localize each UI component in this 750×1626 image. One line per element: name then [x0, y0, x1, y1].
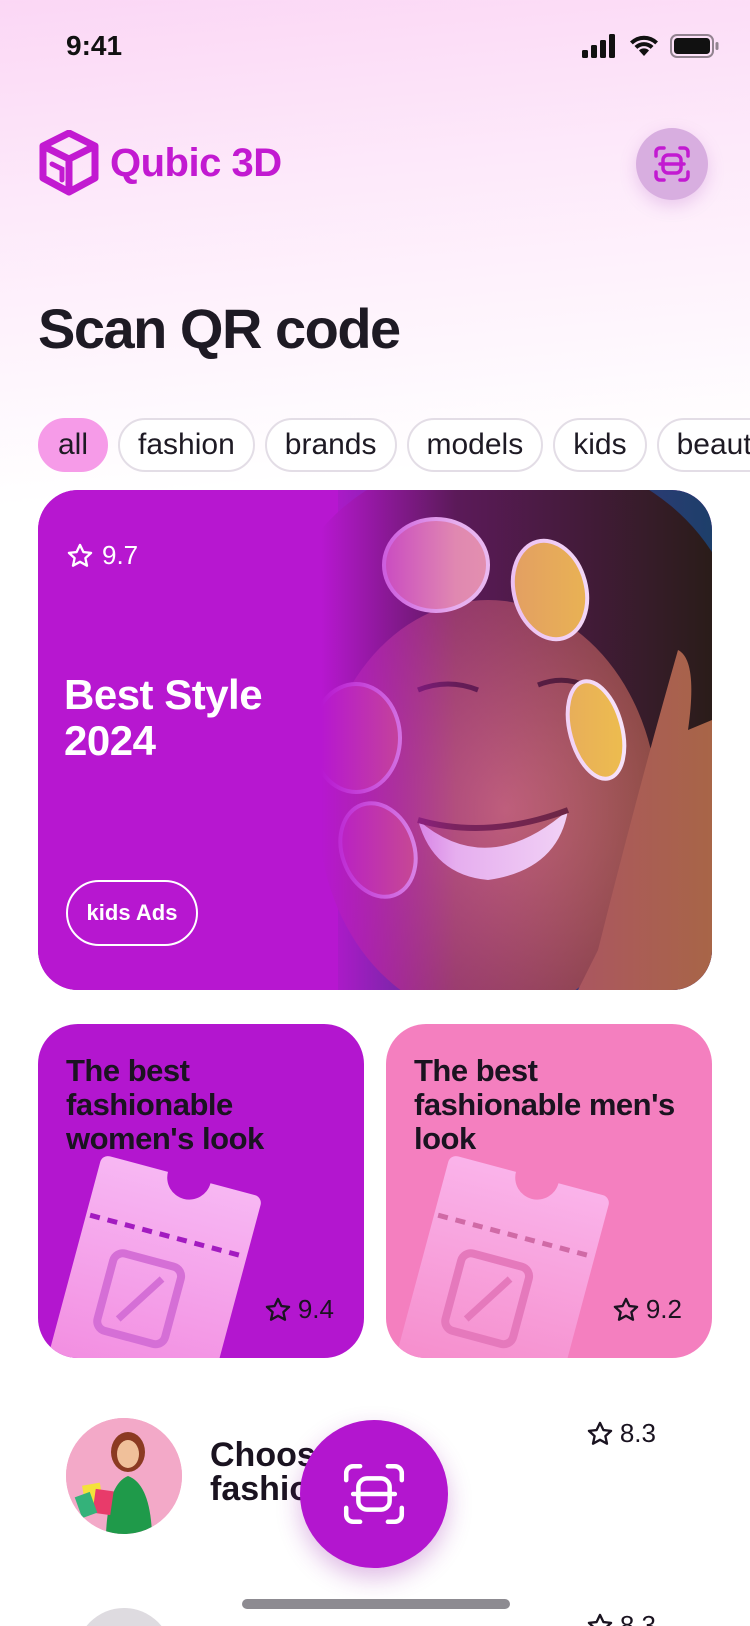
- list-item-rating: 8.3: [586, 1610, 656, 1626]
- cellular-signal-icon: [582, 34, 615, 58]
- avatar: [76, 1608, 172, 1626]
- list-item-rating: 8.3: [586, 1418, 656, 1449]
- scan-fab-button[interactable]: [300, 1420, 448, 1568]
- coupon-ticket-icon: [45, 1156, 261, 1358]
- filter-chip-fashion[interactable]: fashion: [118, 418, 255, 472]
- filter-chip-brands[interactable]: brands: [264, 418, 397, 472]
- filter-chip-models[interactable]: models: [406, 418, 544, 472]
- hero-rating-value: 9.7: [102, 540, 139, 570]
- hero-title: Best Style 2024: [64, 671, 263, 764]
- shopping-woman-image: [66, 1418, 182, 1534]
- star-icon: [587, 1613, 613, 1626]
- brand-name: Qubic 3D: [110, 140, 282, 185]
- card-title: The best fashionable men's look: [414, 1053, 675, 1156]
- wifi-icon: [630, 35, 658, 56]
- star-icon: [587, 1421, 613, 1445]
- page-title: Scan QR code: [38, 297, 401, 360]
- home-indicator: [242, 1599, 510, 1609]
- filter-chip-beauty[interactable]: beauty: [656, 418, 750, 472]
- scan-button[interactable]: [636, 128, 708, 200]
- women-look-card[interactable]: The best fashionable women's look 9.4: [38, 1024, 364, 1358]
- status-time: 9:41: [66, 30, 123, 61]
- scan-icon: [654, 146, 690, 182]
- coupon-ticket-icon: [393, 1156, 609, 1358]
- cube-logo-icon: [39, 130, 99, 196]
- star-icon: [613, 1297, 639, 1321]
- filter-chip-kids[interactable]: kids: [553, 418, 647, 472]
- card-rating-value: 9.2: [645, 1294, 682, 1324]
- hero-rating: 9.7: [66, 540, 138, 571]
- card-title: The best fashionable women's look: [66, 1053, 264, 1156]
- card-rating: 9.2: [612, 1294, 682, 1325]
- list-item-rating-value: 8.3: [619, 1610, 656, 1626]
- avatar: [66, 1418, 182, 1534]
- men-look-card[interactable]: The best fashionable men's look 9.2: [386, 1024, 712, 1358]
- hero-card[interactable]: 9.7 Best Style 2024 kids Ads: [38, 490, 712, 990]
- brand-logo[interactable]: Qubic 3D: [38, 130, 282, 196]
- card-rating-value: 9.4: [297, 1294, 334, 1324]
- filter-chips: allfashionbrandsmodelskidsbeauty: [38, 418, 750, 472]
- scan-icon: [343, 1463, 405, 1525]
- battery-icon: [670, 34, 719, 58]
- star-icon: [67, 543, 93, 567]
- kids-ads-button[interactable]: kids Ads: [66, 880, 198, 946]
- status-icons: [582, 34, 720, 58]
- card-rating: 9.4: [264, 1294, 334, 1325]
- status-bar: 9:41: [0, 0, 750, 96]
- list-item-rating-value: 8.3: [619, 1418, 656, 1448]
- star-icon: [265, 1297, 291, 1321]
- filter-chip-all[interactable]: all: [38, 418, 109, 472]
